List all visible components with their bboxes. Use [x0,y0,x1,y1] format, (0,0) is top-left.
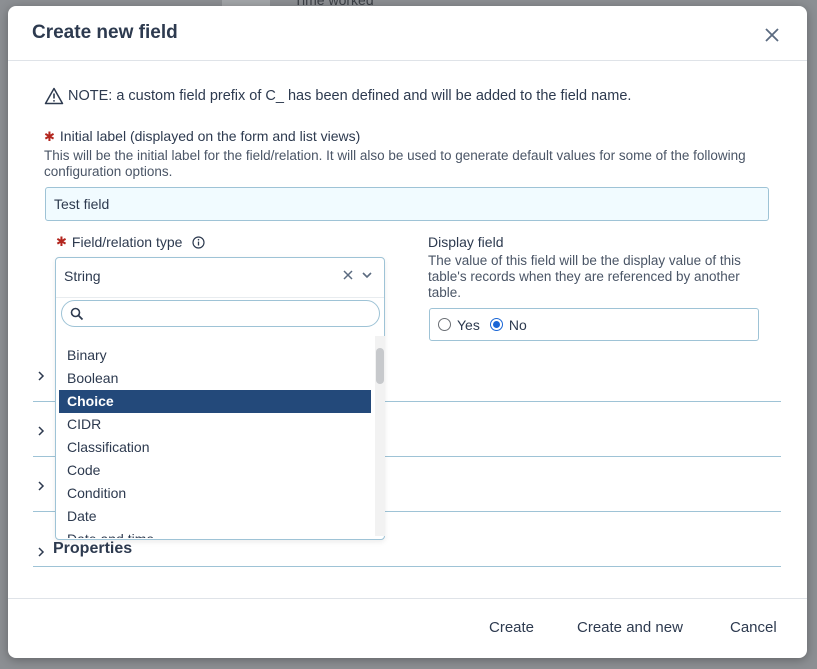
field-type-label: Field/relation type [71,234,183,250]
create-button[interactable]: Create [489,619,534,636]
type-option[interactable]: Boolean [59,367,371,390]
info-icon[interactable] [192,235,206,249]
display-no-radio[interactable]: No [489,316,527,333]
type-option[interactable]: Condition [59,482,371,505]
chevron-right-icon [38,371,45,381]
type-option[interactable]: Binary [59,344,371,367]
chevron-right-icon [38,426,45,436]
warning-icon [44,87,64,105]
initial-label-input[interactable]: Test field [45,187,769,221]
type-option[interactable]: Classification [59,436,371,459]
type-options-list: Binary Boolean Choice CIDR Classification Cod… [59,334,371,538]
display-yes-radio[interactable]: Yes [438,317,480,333]
chevron-right-icon [38,481,45,491]
chevron-down-icon[interactable] [361,270,373,280]
type-option[interactable]: Choice [59,390,371,413]
display-field-radio-group: Yes No [429,308,759,341]
scrollbar-thumb[interactable] [376,348,384,384]
type-option[interactable]: CIDR [59,413,371,436]
display-yes-label: Yes [457,316,480,333]
prefix-note: NOTE: a custom field prefix of C_ has be… [44,87,631,105]
radio-checked-icon [489,318,503,331]
search-icon [70,307,84,321]
note-text: NOTE: a custom field prefix of C_ has be… [68,88,632,104]
required-icon: ✱ [56,234,67,249]
type-option[interactable]: Date and time [59,528,371,538]
required-icon: ✱ [44,129,55,144]
dialog-title: Create new field [32,22,178,43]
type-option[interactable]: Code [59,459,371,482]
options-scrollbar[interactable] [375,336,385,536]
chevron-right-icon [38,547,45,557]
field-type-heading: ✱ Field/relation type [56,234,206,250]
display-no-label: No [508,316,527,333]
initial-label-text: Initial label (displayed on the form and… [59,128,361,144]
close-icon [765,28,779,42]
type-option[interactable]: Date [59,505,371,528]
display-field-heading: Display field [428,234,504,250]
create-field-dialog: Create new field NOTE: a custom field pr… [8,6,807,658]
type-search-input[interactable] [92,304,372,324]
dialog-footer: Create Create and new Cancel [8,598,807,658]
radio-unchecked-icon [438,318,451,331]
field-type-selected: String [64,268,101,284]
close-button[interactable] [761,24,783,46]
initial-label-help: This will be the initial label for the f… [44,148,746,179]
field-type-select[interactable]: String Binary Boolean Choice CIDR Classifica… [55,257,385,540]
properties-label: Properties [53,540,133,557]
initial-label-heading: ✱ Initial label (displayed on the form an… [44,128,360,145]
dialog-header: Create new field [8,6,807,61]
type-search[interactable] [61,300,380,327]
select-divider [56,297,384,298]
clear-icon[interactable] [342,269,354,281]
cancel-button[interactable]: Cancel [730,619,777,636]
create-and-new-button[interactable]: Create and new [577,619,683,636]
display-field-help: The value of this field will be the disp… [428,253,741,300]
